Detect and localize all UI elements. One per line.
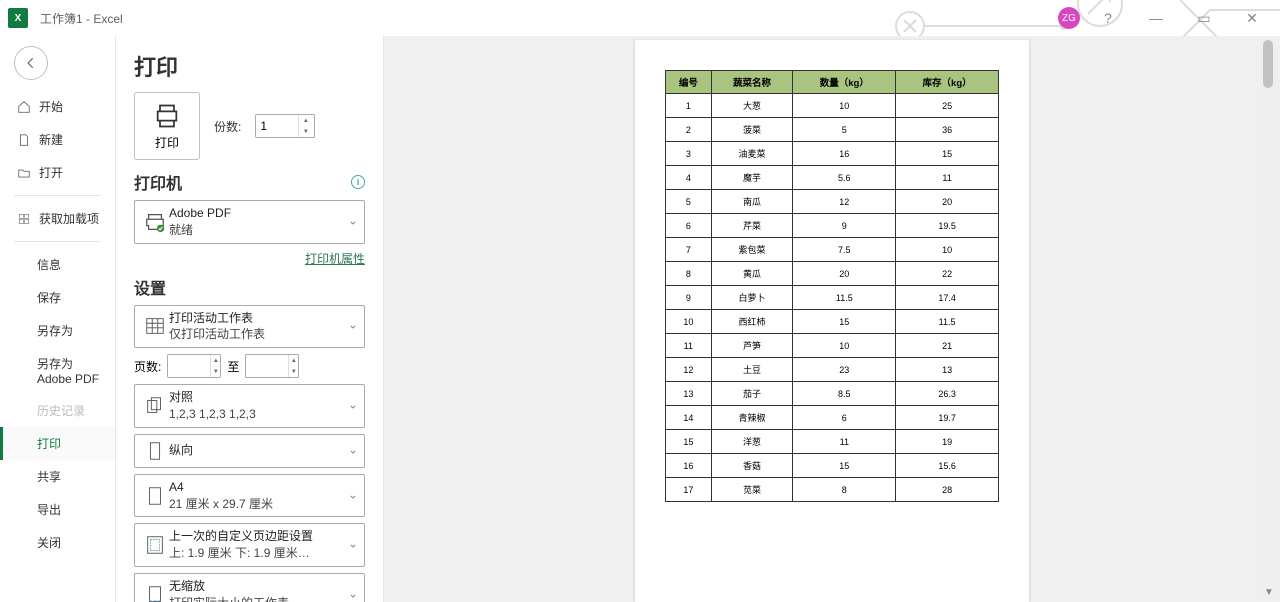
scaling-combo[interactable]: 100 无缩放 打印实际大小的工作表 xyxy=(134,573,365,602)
table-row: 13茄子8.526.3 xyxy=(666,382,999,406)
document-title: 工作簿1 - Excel xyxy=(40,10,123,27)
collate-combo[interactable]: 对照 1,2,3 1,2,3 1,2,3 xyxy=(134,384,365,428)
nav-open[interactable]: 打开 xyxy=(0,156,115,189)
table-header: 库存（kg） xyxy=(896,71,999,94)
nav-export[interactable]: 导出 xyxy=(0,493,115,526)
table-row: 14青辣椒619.7 xyxy=(666,406,999,430)
table-row: 4魔芋5.611 xyxy=(666,166,999,190)
pages-from-spinner[interactable]: ▲▼ xyxy=(167,354,221,378)
table-row: 1大葱1025 xyxy=(666,94,999,118)
nav-history: 历史记录 xyxy=(0,394,115,427)
table-row: 3油麦菜1615 xyxy=(666,142,999,166)
close-button[interactable]: ✕ xyxy=(1232,0,1272,36)
table-row: 9白萝卜11.517.4 xyxy=(666,286,999,310)
print-button[interactable]: 打印 xyxy=(134,92,200,160)
table-header: 编号 xyxy=(666,71,712,94)
printer-combo[interactable]: Adobe PDF 就绪 xyxy=(134,200,365,244)
printer-status: 就绪 xyxy=(169,222,358,239)
scrollbar-thumb[interactable] xyxy=(1263,40,1273,88)
backstage-nav: 开始 新建 打开 获取加载项 信息 保存 另存为 另存为 Adobe PDF 历… xyxy=(0,36,116,602)
copies-label: 份数: xyxy=(214,118,241,135)
print-what-combo[interactable]: 打印活动工作表 仅打印活动工作表 xyxy=(134,305,365,349)
print-preview-area: 编号蔬菜名称数量（kg）库存（kg） 1大葱10252菠菜5363油麦菜1615… xyxy=(384,36,1280,602)
preview-scrollbar[interactable]: ▼ xyxy=(1260,38,1278,600)
margins-combo[interactable]: 上一次的自定义页边距设置 上: 1.9 厘米 下: 1.9 厘米… xyxy=(134,523,365,567)
orientation-combo[interactable]: 纵向 xyxy=(134,434,365,468)
help-button[interactable]: ? xyxy=(1088,0,1128,36)
back-button[interactable] xyxy=(14,46,48,80)
page-icon xyxy=(141,485,169,507)
table-row: 2菠菜536 xyxy=(666,118,999,142)
restore-button[interactable]: ▭ xyxy=(1184,0,1224,36)
printer-icon xyxy=(153,102,181,130)
copies-input[interactable] xyxy=(256,117,298,135)
nav-saveas[interactable]: 另存为 xyxy=(0,314,115,347)
nav-home[interactable]: 开始 xyxy=(0,90,115,123)
nav-close[interactable]: 关闭 xyxy=(0,526,115,559)
pages-to-label: 至 xyxy=(227,358,239,375)
table-row: 16香菇1515.6 xyxy=(666,454,999,478)
user-avatar[interactable]: ZG xyxy=(1058,7,1080,29)
printer-properties-link[interactable]: 打印机属性 xyxy=(305,252,365,266)
scrollbar-down-arrow[interactable]: ▼ xyxy=(1260,587,1278,598)
portrait-icon xyxy=(141,440,169,462)
table-row: 8黄瓜2022 xyxy=(666,262,999,286)
copies-spinner[interactable]: ▲▼ xyxy=(255,114,315,138)
page-title: 打印 xyxy=(134,50,365,82)
minimize-button[interactable]: — xyxy=(1136,0,1176,36)
table-row: 15洋葱1119 xyxy=(666,430,999,454)
table-row: 6芹菜919.5 xyxy=(666,214,999,238)
preview-page: 编号蔬菜名称数量（kg）库存（kg） 1大葱10252菠菜5363油麦菜1615… xyxy=(635,40,1029,602)
preview-table: 编号蔬菜名称数量（kg）库存（kg） 1大葱10252菠菜5363油麦菜1615… xyxy=(665,70,999,502)
pages-from-input[interactable] xyxy=(168,357,210,375)
nav-save[interactable]: 保存 xyxy=(0,281,115,314)
excel-app-icon: X xyxy=(8,8,28,28)
pages-to-input[interactable] xyxy=(246,357,288,375)
paper-size-combo[interactable]: A4 21 厘米 x 29.7 厘米 xyxy=(134,474,365,518)
table-header: 蔬菜名称 xyxy=(711,71,793,94)
table-row: 10西红柿1511.5 xyxy=(666,310,999,334)
titlebar: X 工作簿1 - Excel ZG ? — ▭ ✕ xyxy=(0,0,1280,36)
copies-up[interactable]: ▲ xyxy=(299,115,312,126)
nav-saveas-adobe-pdf[interactable]: 另存为 Adobe PDF xyxy=(0,347,115,394)
table-row: 12土豆2313 xyxy=(666,358,999,382)
table-row: 5南瓜1220 xyxy=(666,190,999,214)
table-header: 数量（kg） xyxy=(793,71,896,94)
table-row: 17苋菜828 xyxy=(666,478,999,502)
margins-icon xyxy=(141,534,169,556)
settings-section-head: 设置 xyxy=(134,275,166,299)
printer-status-icon xyxy=(141,211,169,233)
scaling-icon: 100 xyxy=(141,584,169,602)
worksheet-icon xyxy=(141,315,169,337)
printer-name: Adobe PDF xyxy=(169,205,358,222)
printer-section-head: 打印机 xyxy=(134,170,182,194)
copies-down[interactable]: ▼ xyxy=(299,126,312,137)
pages-label: 页数: xyxy=(134,358,161,375)
nav-open-label: 打开 xyxy=(39,164,63,181)
table-row: 11芦笋1021 xyxy=(666,334,999,358)
nav-home-label: 开始 xyxy=(39,98,63,115)
nav-addins[interactable]: 获取加载项 xyxy=(0,202,115,235)
info-icon[interactable]: i xyxy=(351,175,365,189)
table-row: 7紫包菜7.510 xyxy=(666,238,999,262)
pages-to-spinner[interactable]: ▲▼ xyxy=(245,354,299,378)
collate-icon xyxy=(141,395,169,417)
nav-print[interactable]: 打印 xyxy=(0,427,115,460)
nav-share[interactable]: 共享 xyxy=(0,460,115,493)
nav-new-label: 新建 xyxy=(39,131,63,148)
print-settings-panel: 打印 打印 份数: ▲▼ 打印机 i Adobe PDF 就绪 xyxy=(116,36,384,602)
nav-new[interactable]: 新建 xyxy=(0,123,115,156)
nav-info[interactable]: 信息 xyxy=(0,248,115,281)
nav-addins-label: 获取加载项 xyxy=(39,210,99,227)
